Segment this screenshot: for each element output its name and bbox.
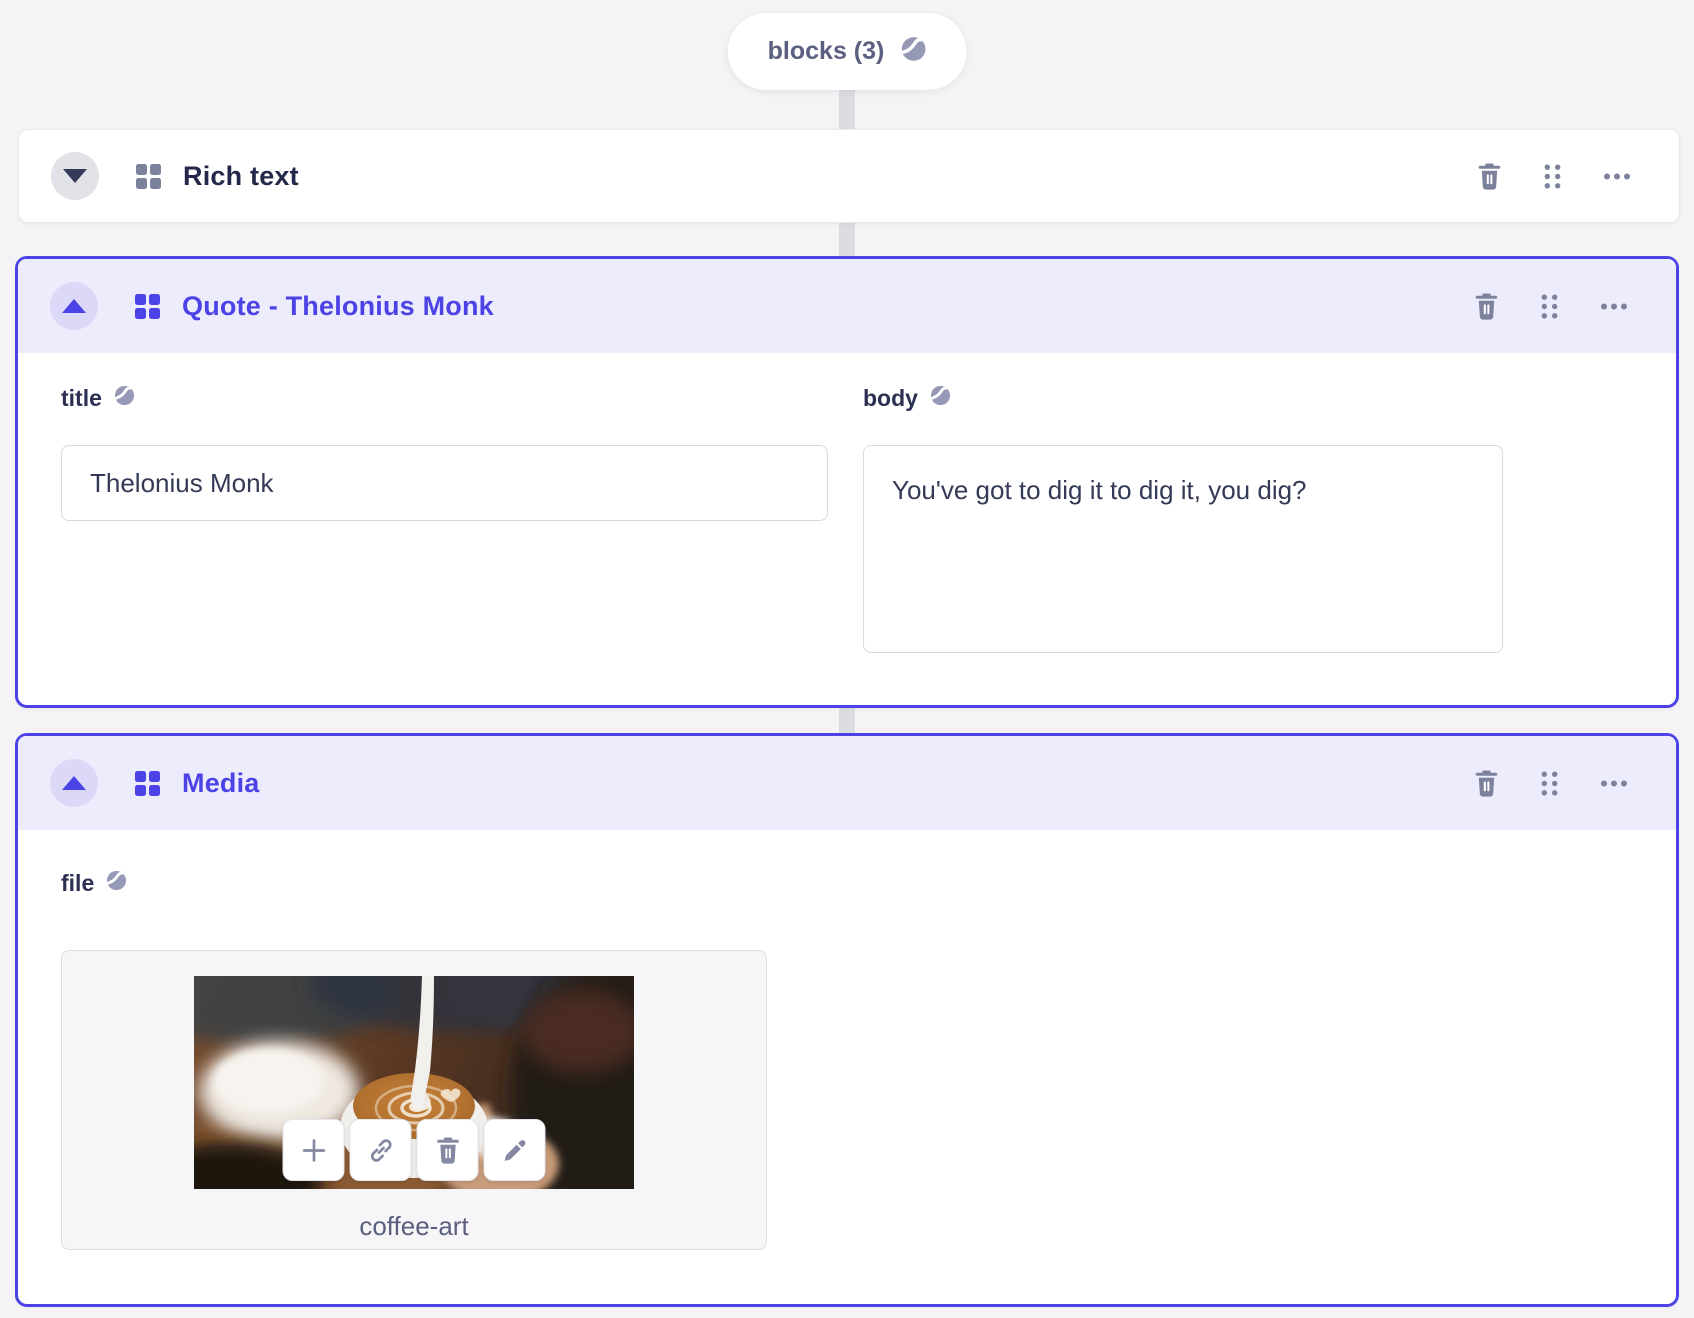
field-label-text: file — [61, 870, 95, 896]
entry-editor-canvas: blocks (3) Rich text Quote - Thelonius M… — [0, 0, 1694, 1318]
drag-handle[interactable] — [1535, 766, 1564, 801]
blocks-grid-icon — [135, 770, 160, 796]
block-title: Quote - Thelonius Monk — [182, 290, 494, 321]
block-quote-body: title body You've got to dig it to dig i… — [18, 353, 1676, 705]
block-actions — [1470, 289, 1632, 324]
blocks-field-label: blocks (3) — [767, 37, 885, 65]
delete-block-button[interactable] — [1470, 289, 1503, 324]
edit-asset-button[interactable] — [483, 1119, 546, 1181]
collapse-block-button[interactable] — [50, 282, 98, 330]
ellipsis-icon — [1601, 780, 1627, 786]
block-media-body: file coffee-art — [18, 830, 1676, 1304]
globe-icon — [106, 870, 127, 897]
trash-icon — [436, 1137, 459, 1164]
block-title: Rich text — [183, 160, 299, 191]
title-input[interactable] — [61, 445, 828, 521]
drag-handle-icon — [1541, 770, 1558, 796]
field-label-text: title — [61, 385, 102, 411]
block-media-header: Media — [18, 736, 1676, 830]
blocks-field-pill[interactable]: blocks (3) — [727, 13, 967, 90]
globe-icon — [900, 36, 926, 67]
file-field-label: file — [61, 870, 127, 897]
body-textarea[interactable]: You've got to dig it to dig it, you dig? — [863, 445, 1503, 653]
blocks-grid-icon — [136, 163, 161, 189]
link-asset-button[interactable] — [349, 1119, 412, 1181]
pencil-icon — [504, 1139, 525, 1161]
body-field-label: body — [863, 385, 951, 412]
link-icon — [370, 1138, 392, 1162]
block-rich-text: Rich text — [18, 129, 1680, 223]
block-quote-header: Quote - Thelonius Monk — [18, 259, 1676, 353]
block-actions — [1473, 159, 1635, 194]
more-options-button[interactable] — [1599, 168, 1635, 185]
block-media: Media file coffee-art — [15, 733, 1679, 1307]
more-options-button[interactable] — [1596, 775, 1632, 792]
globe-icon — [930, 385, 951, 412]
media-action-toolbar — [282, 1119, 546, 1181]
collapse-block-button[interactable] — [50, 759, 98, 807]
expand-block-button[interactable] — [51, 152, 99, 200]
chevron-down-icon — [63, 169, 87, 183]
trash-icon — [1475, 293, 1498, 320]
block-quote: Quote - Thelonius Monk title Thelonius M… — [15, 256, 1679, 708]
delete-block-button[interactable] — [1470, 766, 1503, 801]
block-actions — [1470, 766, 1632, 801]
drag-handle-icon — [1541, 293, 1558, 319]
block-rich-text-header: Rich text — [19, 130, 1679, 222]
drag-handle[interactable] — [1538, 159, 1567, 194]
field-label-text: body — [863, 385, 918, 411]
ellipsis-icon — [1601, 303, 1627, 309]
asset-filename: coffee-art — [359, 1211, 469, 1241]
drag-handle-icon — [1544, 163, 1561, 189]
more-options-button[interactable] — [1596, 298, 1632, 315]
add-asset-button[interactable] — [282, 1119, 345, 1181]
ellipsis-icon — [1604, 173, 1630, 179]
plus-icon — [302, 1138, 325, 1162]
block-title: Media — [182, 767, 260, 798]
blocks-grid-icon — [135, 293, 160, 319]
title-field-label: title — [61, 385, 135, 412]
drag-handle[interactable] — [1535, 289, 1564, 324]
trash-icon — [1475, 770, 1498, 797]
delete-block-button[interactable] — [1473, 159, 1506, 194]
media-preview — [194, 976, 634, 1189]
remove-asset-button[interactable] — [416, 1119, 479, 1181]
chevron-up-icon — [62, 299, 86, 313]
globe-icon — [114, 385, 135, 412]
file-upload-panel: coffee-art — [61, 950, 767, 1250]
trash-icon — [1478, 163, 1501, 190]
chevron-up-icon — [62, 776, 86, 790]
